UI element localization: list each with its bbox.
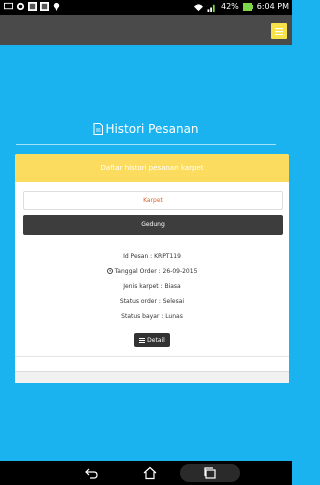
order-id: Id Pesan : KRPT119 — [123, 253, 181, 260]
card-divider — [15, 356, 289, 357]
signal-icon — [207, 4, 215, 12]
home-icon[interactable] — [143, 466, 157, 480]
app-icon — [16, 2, 25, 11]
carpet-type: Jenis karpet : Biasa — [123, 283, 181, 290]
hamburger-icon — [275, 27, 283, 35]
tab-karpet[interactable]: Karpet — [23, 191, 283, 210]
detail-button-label: Detail — [147, 336, 165, 344]
detail-button[interactable]: Detail — [134, 333, 170, 347]
status-bar: 42% 6:04 PM — [0, 0, 292, 15]
heading-divider — [16, 144, 276, 145]
location-pin-icon — [53, 2, 60, 11]
document-icon — [93, 123, 104, 135]
order-status: Status order : Selesai — [119, 298, 185, 305]
battery-percent: 42% — [220, 2, 239, 11]
gallery-icon — [28, 2, 37, 11]
system-icons: 42% 6:04 PM — [193, 2, 289, 12]
message-icon — [4, 2, 13, 10]
list-icon — [139, 337, 146, 343]
tab-gedung[interactable]: Gedung — [23, 215, 283, 235]
system-navbar — [0, 461, 292, 485]
order-history-card: Daftar histori pesanan karpet Karpet Ged… — [15, 154, 289, 383]
card-footer — [15, 371, 289, 383]
card-heading: Daftar histori pesanan karpet — [15, 154, 289, 182]
wifi-icon — [193, 3, 203, 11]
payment-status: Status bayar : Lunas — [121, 313, 183, 320]
clock-icon — [106, 268, 113, 274]
page-title: Histori Pesanan — [0, 122, 292, 136]
app-bar — [0, 15, 292, 45]
page-title-text: Histori Pesanan — [105, 122, 199, 136]
recent-apps-button[interactable] — [180, 464, 240, 482]
back-icon[interactable] — [85, 466, 99, 480]
order-details: Id Pesan : KRPT119 Tanggal Order : 26-09… — [15, 249, 289, 324]
order-date: Tanggal Order : 26-09-2015 — [114, 268, 198, 275]
recent-apps-icon — [204, 467, 216, 479]
menu-button[interactable] — [271, 23, 287, 39]
clock: 6:04 PM — [256, 2, 289, 11]
order-date-row: Tanggal Order : 26-09-2015 — [15, 264, 289, 279]
notification-icons — [4, 2, 61, 11]
battery-icon — [242, 3, 253, 11]
gallery-icon-2 — [40, 2, 49, 11]
